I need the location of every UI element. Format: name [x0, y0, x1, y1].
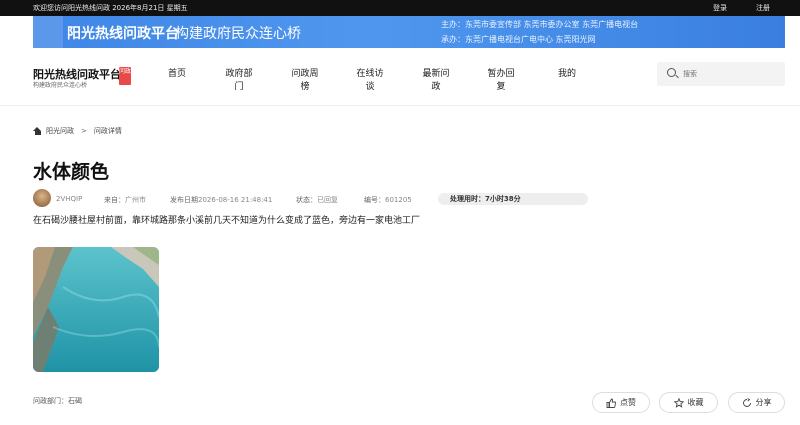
- thumbs-up-icon: [606, 398, 616, 408]
- logo-badge: 问政: [119, 67, 131, 85]
- home-icon: [33, 127, 42, 135]
- breadcrumb-separator: >: [81, 127, 87, 135]
- banner-title: 阳光热线问政平台: [67, 26, 179, 42]
- site-header: 阳光热线问政平台 构建政府民众连心桥 问政 首页 政府部 门 问政周 榜 在线访…: [0, 48, 800, 106]
- top-bar: 欢迎您访问阳光热线问政 2026年8月21日 星期五 登录 注册: [0, 0, 800, 16]
- nav-mine[interactable]: 我的: [552, 68, 582, 81]
- breadcrumb: 阳光问政 > 问政详情: [33, 126, 122, 136]
- share-icon: [742, 397, 752, 408]
- banner: 阳光热线问政平台 构建政府民众连心桥 主办：东莞市委宣传部 东莞市委办公室 东莞…: [33, 16, 785, 48]
- nav-online-interview[interactable]: 在线访 谈: [355, 68, 385, 94]
- nav-weekly-ranking[interactable]: 问政周 榜: [290, 68, 320, 94]
- department-info: 问政部门：石碣: [33, 397, 82, 405]
- post-id: 编号：601205: [364, 196, 412, 204]
- breadcrumb-home[interactable]: 阳光问政: [46, 126, 74, 136]
- favorite-button[interactable]: 收藏: [659, 392, 718, 413]
- handling-time: 处理用时：7小时38分: [438, 193, 588, 205]
- nav-replies[interactable]: 暂办回 复: [486, 68, 516, 94]
- breadcrumb-current: 问政详情: [93, 127, 122, 135]
- post-content: 在石碣沙腰社屋村前面，靠环城路那条小溪前几天不知道为什么变成了蓝色，旁边有一家电…: [33, 216, 421, 226]
- search-box[interactable]: [657, 62, 785, 86]
- banner-subtitle: 构建政府民众连心桥: [175, 26, 301, 42]
- nav-latest-questions[interactable]: 最新问 政: [421, 68, 451, 94]
- welcome-text: 欢迎您访问阳光热线问政 2026年8月21日 星期五: [33, 4, 188, 12]
- like-button[interactable]: 点赞: [592, 392, 650, 413]
- star-icon: [673, 397, 684, 408]
- banner-organizer: 主办：东莞市委宣传部 东莞市委办公室 东莞广播电视台: [441, 20, 639, 29]
- login-link[interactable]: 登录: [713, 3, 727, 13]
- search-icon[interactable]: [667, 68, 676, 77]
- publish-date: 发布日期2026-08-16 21:48:41: [170, 196, 273, 204]
- nav-home[interactable]: 首页: [162, 68, 192, 81]
- source-info: 来自：广州市: [104, 196, 146, 204]
- avatar: [33, 189, 51, 207]
- author-name: 2VHQIP: [56, 195, 83, 203]
- logo-subtitle: 构建政府民众连心桥: [33, 82, 88, 89]
- share-button[interactable]: 分享: [728, 392, 785, 413]
- page-title: 水体颜色: [33, 161, 110, 183]
- photo-illustration: [33, 247, 159, 372]
- search-input[interactable]: [683, 66, 778, 82]
- post-photo[interactable]: [33, 247, 159, 372]
- banner-decoration: [33, 16, 63, 48]
- nav-government-departments[interactable]: 政府部 门: [224, 68, 254, 94]
- status-badge: 状态：已回复: [296, 196, 338, 204]
- register-link[interactable]: 注册: [756, 3, 770, 13]
- banner-contractor: 承办：东莞广播电视台广电中心 东莞阳光网: [441, 35, 596, 44]
